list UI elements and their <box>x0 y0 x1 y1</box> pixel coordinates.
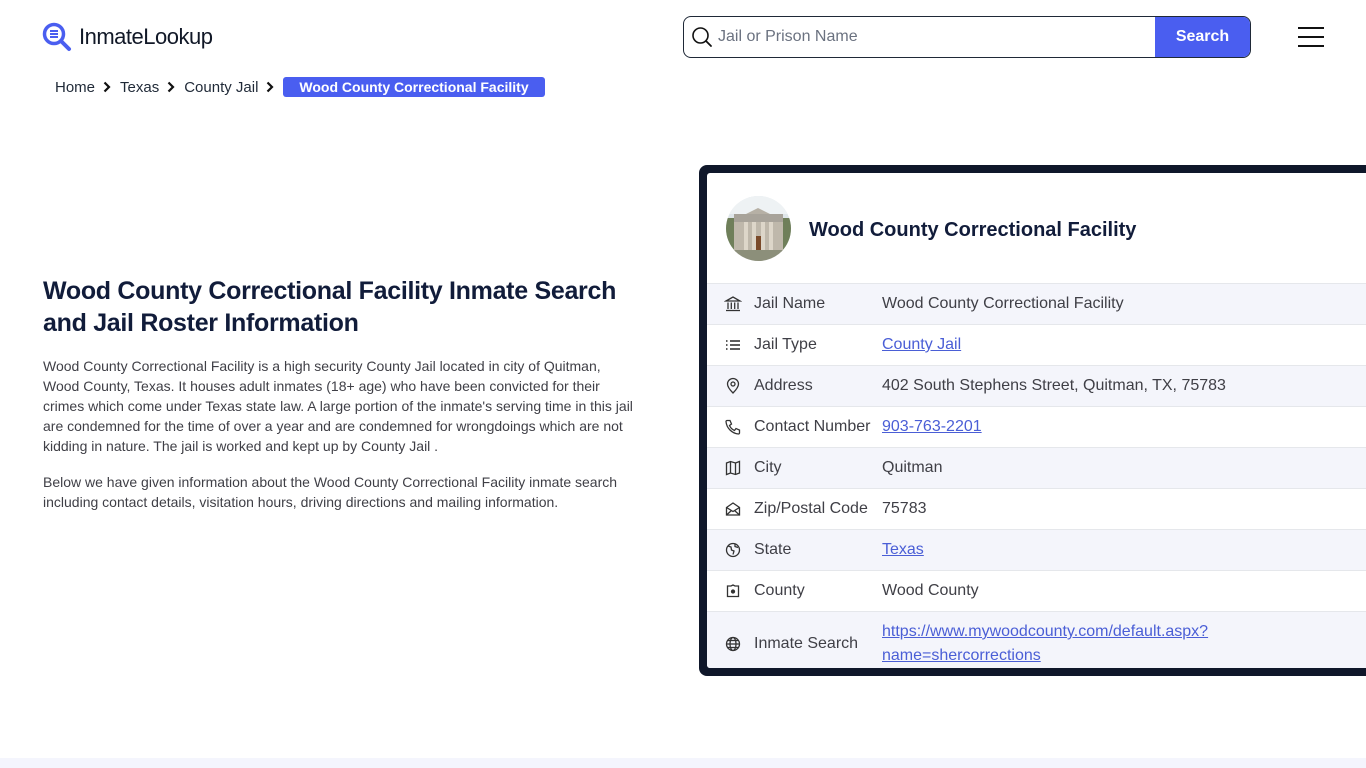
search-form: Search <box>683 16 1251 58</box>
mail-open-icon <box>707 500 754 518</box>
row-value: Wood County <box>882 582 979 599</box>
row-label: State <box>754 541 792 558</box>
logo-text: InmateLookup <box>79 24 213 49</box>
row-value: Quitman <box>882 459 943 476</box>
breadcrumb: Home Texas County Jail Wood County Corre… <box>55 76 545 98</box>
row-label: Contact Number <box>754 418 871 435</box>
intro-paragraph: Wood County Correctional Facility is a h… <box>43 358 633 454</box>
info-row-county: County Wood County <box>707 570 1366 611</box>
phone-icon <box>707 418 754 436</box>
info-row-jail-name: Jail Name Wood County Correctional Facil… <box>707 283 1366 324</box>
row-label: County <box>754 582 805 599</box>
map-icon <box>707 459 754 477</box>
globe-icon <box>707 635 754 653</box>
info-row-state: State Texas <box>707 529 1366 570</box>
search-button[interactable]: Search <box>1155 17 1250 57</box>
info-row-inmate-search: Inmate Search https://www.mywoodcounty.c… <box>707 611 1366 668</box>
intro-section: Wood County Correctional Facility Inmate… <box>43 275 633 512</box>
chevron-right-icon <box>103 81 111 93</box>
row-label: Zip/Postal Code <box>754 500 868 517</box>
search-input[interactable] <box>716 17 1155 57</box>
inmate-search-link-line-1: https://www.mywoodcounty.com/default.asp… <box>882 623 1209 640</box>
inmate-search-link[interactable]: https://www.mywoodcounty.com/default.asp… <box>882 623 1208 664</box>
info-row-address: Address 402 South Stephens Street, Quitm… <box>707 365 1366 406</box>
breadcrumb-current: Wood County Correctional Facility <box>283 77 545 97</box>
site-header: InmateLookup Search <box>0 0 1366 72</box>
breadcrumb-texas[interactable]: Texas <box>120 79 159 96</box>
facility-photo <box>726 195 791 261</box>
jail-type-link[interactable]: County Jail <box>882 336 961 353</box>
logo-link[interactable]: InmateLookup <box>42 22 213 52</box>
list-icon <box>707 336 754 354</box>
building-columns-icon <box>707 295 754 313</box>
page-title: Wood County Correctional Facility Inmate… <box>43 277 617 337</box>
card-title: Wood County Correctional Facility <box>809 218 1137 241</box>
info-row-jail-type: Jail Type County Jail <box>707 324 1366 365</box>
hamburger-menu-icon[interactable] <box>1298 27 1324 47</box>
row-value: 402 South Stephens Street, Quitman, TX, … <box>882 377 1226 394</box>
row-value: 75783 <box>882 500 927 517</box>
card-header: Wood County Correctional Facility <box>707 173 1366 283</box>
globe-region-icon <box>707 541 754 559</box>
row-value: Wood County Correctional Facility <box>882 295 1124 312</box>
search-icon <box>684 17 716 57</box>
logo-magnifier-icon <box>42 22 71 51</box>
phone-link[interactable]: 903-763-2201 <box>882 418 982 435</box>
intro-paragraph: Below we have given information about th… <box>43 474 618 510</box>
map-pin-icon <box>707 377 754 395</box>
state-link[interactable]: Texas <box>882 541 924 558</box>
row-label: Inmate Search <box>754 635 859 652</box>
footer-band <box>0 758 1366 768</box>
county-shape-icon <box>707 582 754 600</box>
info-row-contact-number: Contact Number 903-763-2201 <box>707 406 1366 447</box>
breadcrumb-county-jail[interactable]: County Jail <box>184 79 258 96</box>
chevron-right-icon <box>167 81 175 93</box>
info-row-zip: Zip/Postal Code 75783 <box>707 488 1366 529</box>
inmate-search-link-line-2: name=shercorrections <box>882 647 1041 664</box>
row-label: Jail Type <box>754 336 817 353</box>
chevron-right-icon <box>266 81 274 93</box>
breadcrumb-home[interactable]: Home <box>55 79 95 96</box>
row-label: Jail Name <box>754 295 826 312</box>
facility-info-card: Wood County Correctional Facility Jail N… <box>699 165 1366 676</box>
row-label: Address <box>754 377 813 394</box>
info-row-city: City Quitman <box>707 447 1366 488</box>
row-label: City <box>754 459 782 476</box>
